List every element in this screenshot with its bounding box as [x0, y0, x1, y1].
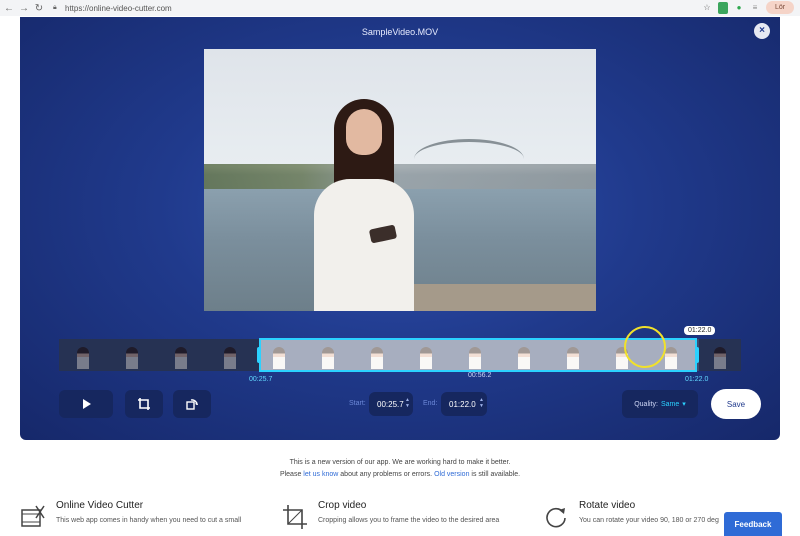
start-label: Start:	[349, 400, 366, 407]
timeline-end-time: 01:22.0	[685, 376, 709, 383]
feature-title: Crop video	[318, 500, 367, 511]
feature-title: Rotate video	[579, 500, 636, 511]
feature-crop-video: Crop video Cropping allows you to frame …	[282, 500, 499, 536]
feature-description: This web app comes in handy when you nee…	[56, 517, 242, 524]
end-label: End:	[423, 400, 438, 407]
quality-select[interactable]: Quality: Same ▾	[622, 390, 698, 418]
crop-button[interactable]	[125, 390, 163, 418]
feature-description: You can rotate your video 90, 180 or 270…	[579, 517, 719, 524]
extension-area: ☆ ● ≡ Lör	[702, 1, 794, 14]
url-text: https://online-video-cutter.com	[65, 3, 172, 13]
back-icon[interactable]: ←	[3, 3, 15, 14]
video-background-promenade	[404, 284, 596, 311]
notice-post: is still available.	[471, 471, 521, 478]
editor-controls: Start: 00:25.7 ▲ ▼ End: 01:22.0 ▲ ▼ Qualit…	[59, 389, 779, 420]
start-time-stepper-icon[interactable]: ▲ ▼	[405, 397, 410, 409]
video-subject	[304, 99, 424, 311]
video-preview[interactable]	[204, 49, 596, 311]
close-button[interactable]: ×	[754, 23, 770, 39]
file-title: SampleVideo.MOV	[361, 27, 439, 37]
notice-line-2: Please let us know about any problems or…	[0, 469, 800, 481]
play-icon	[83, 399, 91, 409]
rotate-button[interactable]	[173, 390, 211, 418]
crop-icon	[283, 505, 307, 529]
save-button[interactable]: Save	[711, 389, 761, 419]
play-button[interactable]	[59, 390, 113, 418]
trim-end-handle[interactable]	[695, 347, 699, 363]
end-time-bubble: 01:22.0	[684, 326, 716, 335]
extension-evernote-icon[interactable]: ●	[734, 2, 744, 14]
notice-line-1: This is a new version of our app. We are…	[289, 459, 511, 466]
quality-label: Quality:	[634, 400, 658, 408]
timeline-unselected-region	[699, 339, 741, 371]
trim-start-handle[interactable]	[257, 347, 261, 363]
crop-icon	[138, 398, 150, 410]
notice-mid: about any problems or errors.	[340, 471, 433, 478]
highlight-circle	[624, 326, 666, 368]
rotate-icon	[186, 399, 198, 410]
extensions-menu-icon[interactable]: ≡	[750, 2, 760, 14]
browser-toolbar: ← → ↻ 🔒︎ https://online-video-cutter.com…	[0, 0, 800, 16]
notice-text: This is a new version of our app. We are…	[0, 457, 800, 481]
timeline-start-time: 00:25.7	[249, 376, 273, 383]
chevron-down-icon: ▾	[682, 401, 686, 408]
video-editor-panel: SampleVideo.MOV × 01:22.0 00:25.7 00:56.…	[20, 17, 780, 440]
start-time-input[interactable]: 00:25.7 ▲ ▼	[369, 392, 413, 416]
start-time-value: 00:25.7	[377, 399, 404, 409]
end-time-input[interactable]: 01:22.0 ▲ ▼	[441, 392, 487, 416]
extension-sheets-icon[interactable]	[718, 1, 728, 14]
let-us-know-link[interactable]: let us know	[303, 471, 338, 478]
profile-avatar[interactable]: Lör	[766, 1, 794, 14]
feature-description: Cropping allows you to frame the video t…	[318, 517, 500, 524]
bookmark-star-icon[interactable]: ☆	[702, 2, 712, 14]
end-time-value: 01:22.0	[449, 399, 476, 409]
subject-face	[346, 109, 382, 155]
video-background-bridge	[414, 139, 524, 179]
feature-title: Online Video Cutter	[56, 500, 144, 511]
timeline-mid-time: 00:56.2	[468, 372, 492, 379]
feature-rotate-video: Rotate video You can rotate your video 9…	[543, 500, 719, 536]
timeline-unselected-region	[59, 339, 259, 371]
feedback-button[interactable]: Feedback	[724, 512, 782, 536]
address-bar[interactable]: 🔒︎ https://online-video-cutter.com	[53, 4, 172, 13]
film-cut-icon	[21, 505, 45, 527]
feature-online-video-cutter: Online Video Cutter This web app comes i…	[20, 500, 241, 536]
old-version-link[interactable]: Old version	[434, 471, 469, 478]
quality-value: Same	[660, 400, 680, 408]
lock-icon: 🔒︎	[53, 4, 57, 11]
subject-body	[314, 179, 414, 311]
reload-icon[interactable]: ↻	[33, 3, 45, 14]
notice-pre: Please	[279, 471, 302, 478]
end-time-stepper-icon[interactable]: ▲ ▼	[479, 397, 484, 409]
forward-icon[interactable]: →	[18, 3, 30, 14]
rotate-icon	[546, 507, 566, 528]
